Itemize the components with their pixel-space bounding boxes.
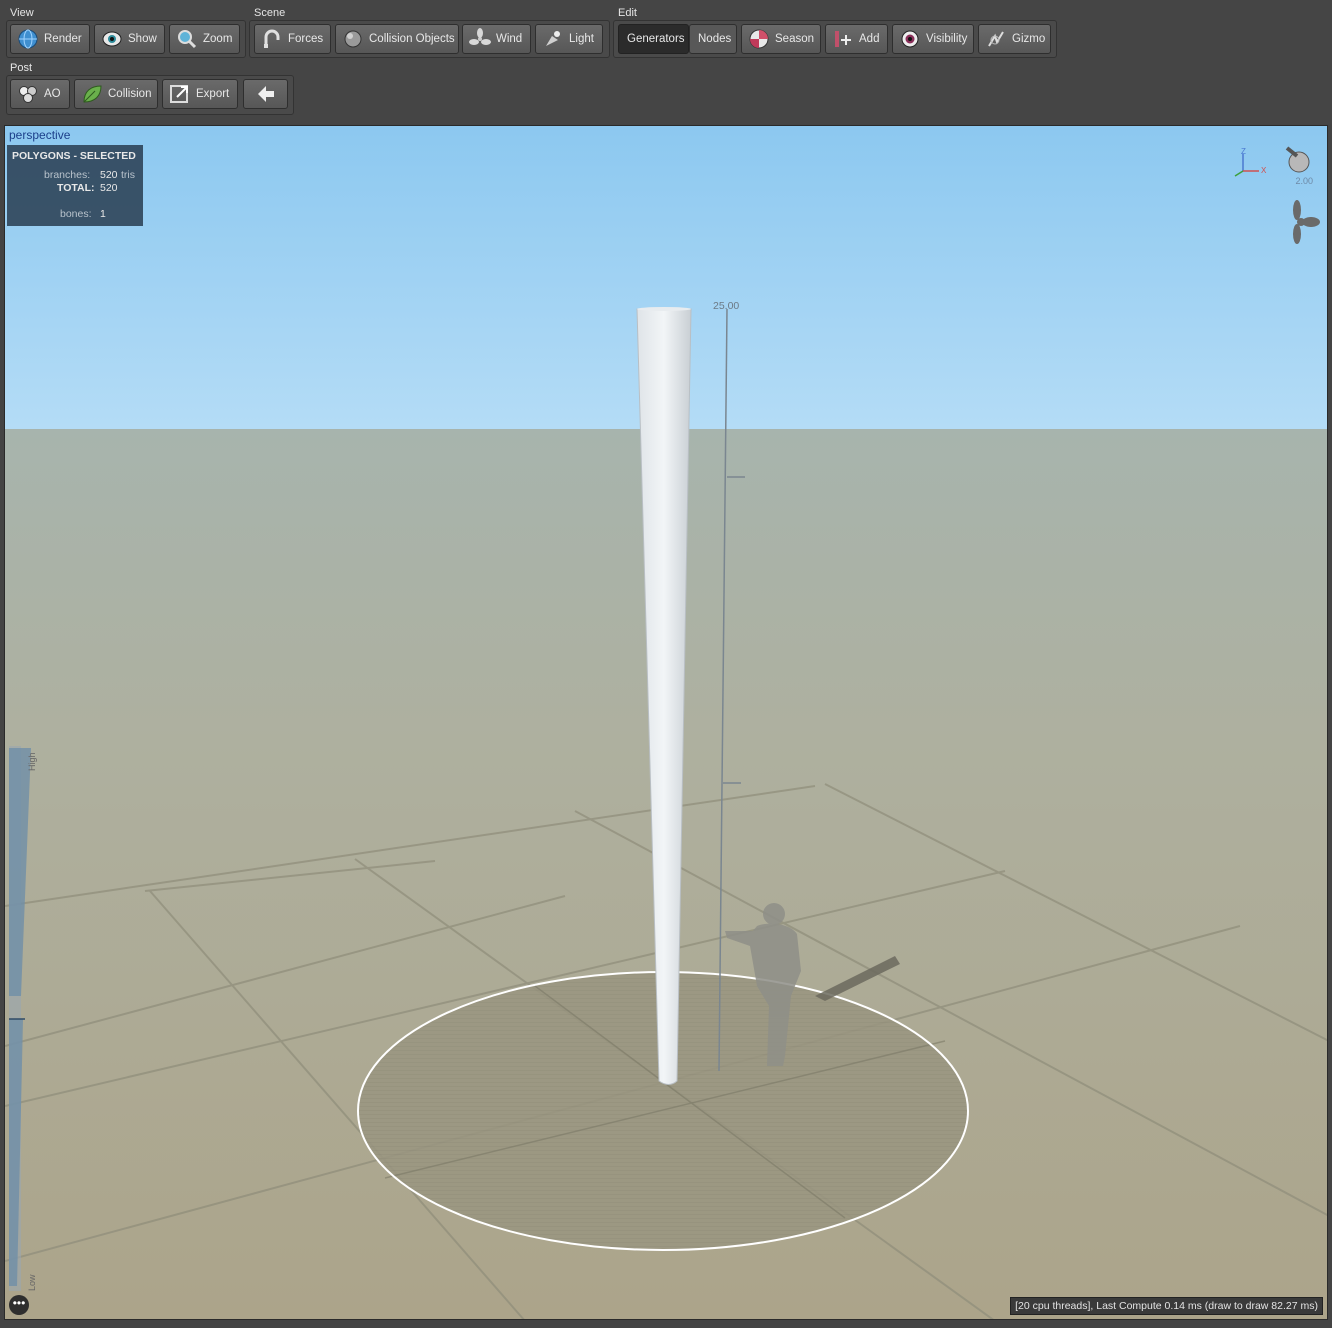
view-group-label: View [10, 7, 34, 19]
add-label: Add [859, 33, 880, 45]
stats-title: POLYGONS - SELECTED [12, 150, 136, 162]
wind-button[interactable]: Wind [462, 24, 531, 54]
gizmo-label: Gizmo [1012, 33, 1046, 45]
export-button[interactable]: Export [162, 79, 238, 109]
collision-button[interactable]: Collision [74, 79, 158, 109]
lamp-icon [542, 28, 564, 50]
3d-viewport[interactable]: perspective POLYGONS - SELECTED branches… [4, 125, 1328, 1320]
render-button[interactable]: Render [10, 24, 90, 54]
total-value: 520 [100, 182, 118, 194]
visibility-button[interactable]: Visibility [892, 24, 974, 54]
forces-label: Forces [288, 33, 324, 45]
gizmo-icon [985, 28, 1007, 50]
light-button[interactable]: Light [535, 24, 603, 54]
magnifier-icon [176, 28, 198, 50]
branches-unit: tris [121, 169, 135, 181]
add-button[interactable]: Add [825, 24, 888, 54]
ao-button[interactable]: AO [10, 79, 70, 109]
scene-group-label: Scene [254, 7, 286, 19]
season-label: Season [775, 33, 815, 45]
zoom-button[interactable]: Zoom [169, 24, 240, 54]
visibility-eye-icon [899, 28, 921, 50]
fan-icon [469, 28, 491, 50]
globe-icon [17, 28, 39, 50]
collision-label: Collision [108, 88, 152, 100]
collision-objects-button[interactable]: Collision Objects [335, 24, 459, 54]
show-button[interactable]: Show [94, 24, 165, 54]
zoom-label: Zoom [203, 33, 233, 45]
lod-low-label: Low [27, 1274, 37, 1291]
axis-z-label: Z [1241, 147, 1246, 156]
leaf-icon [81, 83, 103, 105]
bones-key: bones: [60, 208, 92, 220]
export-icon [169, 83, 191, 105]
magnet-icon [261, 28, 283, 50]
back-arrow-icon [255, 83, 277, 105]
nodes-tab[interactable]: Nodes [689, 24, 737, 54]
wind-label: Wind [496, 33, 523, 45]
scene-render [5, 126, 1327, 1319]
more-options-button[interactable]: ••• [9, 1295, 29, 1315]
ruler-height-label: 25.00 [713, 300, 740, 312]
post-group-label: Post [10, 62, 33, 74]
show-label: Show [128, 33, 157, 45]
forces-button[interactable]: Forces [254, 24, 331, 54]
edit-group-label: Edit [618, 7, 637, 19]
ao-icon [17, 83, 39, 105]
generators-tab[interactable]: Generators [618, 24, 689, 54]
bones-value: 1 [100, 208, 106, 220]
ao-label: AO [44, 88, 61, 100]
add-icon [832, 28, 854, 50]
season-icon [748, 28, 770, 50]
branches-value: 520 [100, 169, 118, 181]
lod-high-label: High [27, 752, 37, 771]
axis-x-label: X [1261, 166, 1267, 175]
season-button[interactable]: Season [741, 24, 821, 54]
sphere-icon [342, 28, 364, 50]
collision-objects-label: Collision Objects [369, 33, 455, 45]
back-button[interactable] [243, 79, 288, 109]
polygon-stats-panel: POLYGONS - SELECTED branches: 520 tris T… [7, 145, 143, 226]
gizmo-button[interactable]: Gizmo [978, 24, 1051, 54]
main-toolbar: View Render Show Zoom Scene Forces Colli… [0, 0, 1332, 124]
light-intensity-value: 2.00 [1295, 176, 1313, 186]
visibility-label: Visibility [926, 33, 968, 45]
total-key: TOTAL: [57, 182, 95, 194]
render-label: Render [44, 33, 82, 45]
nodes-label: Nodes [698, 33, 732, 45]
generators-label: Generators [627, 33, 685, 45]
light-label: Light [569, 33, 594, 45]
branches-key: branches: [44, 169, 91, 181]
status-bar: [20 cpu threads], Last Compute 0.14 ms (… [1010, 1297, 1323, 1315]
export-label: Export [196, 88, 230, 100]
view-mode-label[interactable]: perspective [9, 128, 70, 142]
eye-icon [101, 28, 123, 50]
